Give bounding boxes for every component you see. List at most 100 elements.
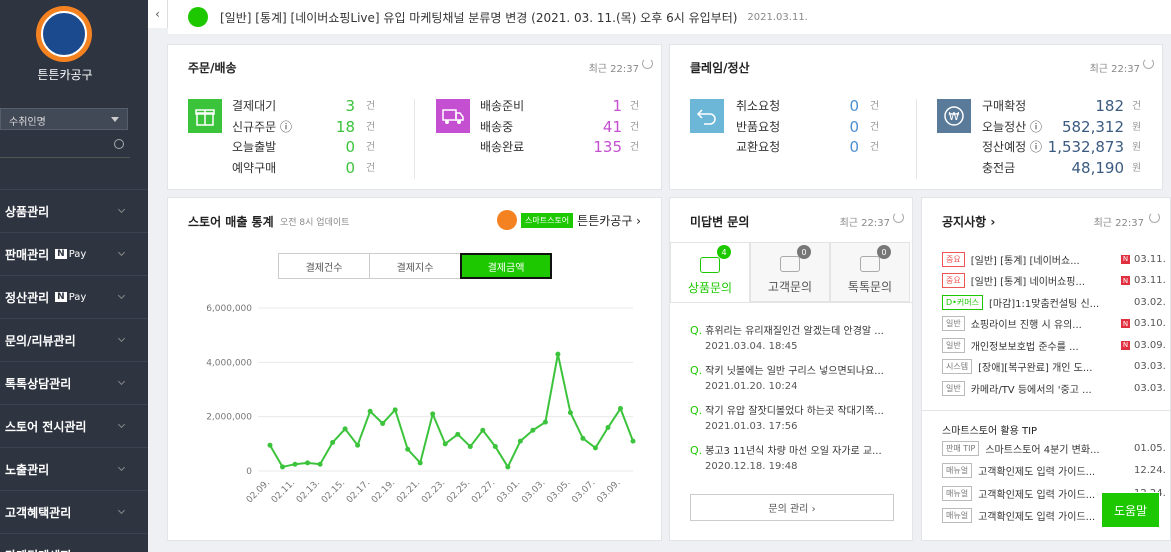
sidebar-collapse-button[interactable]: ‹ [148,0,168,28]
data-point[interactable] [330,439,336,445]
refresh-icon[interactable] [642,58,653,69]
search-icon[interactable] [114,139,124,149]
data-point[interactable] [442,441,448,447]
notice-item[interactable]: 중요 [일반] [통계] [네이버쇼... N 03.11. [942,250,1166,268]
data-point[interactable] [305,460,311,466]
notices-title[interactable]: 공지사항 › [942,213,995,230]
sales-tab[interactable]: 결제건수 [278,253,370,279]
data-point[interactable] [605,425,611,431]
stat-value[interactable]: 1 [612,97,622,115]
data-point[interactable] [542,419,548,425]
stat-row[interactable]: 오늘정산 ⓘ 582,312 원 [982,118,1152,138]
sales-tab[interactable]: 결제금액 [460,253,552,279]
data-point[interactable] [455,431,461,437]
stat-row[interactable]: 정산예정 ⓘ 1,532,873 원 [982,138,1152,158]
stat-row[interactable]: 오늘출발 0 건 [232,138,386,158]
sidebar-item[interactable]: 노출관리 [0,447,148,490]
store-link[interactable]: 스마트스토어 튼튼카공구 › [497,210,641,230]
data-point[interactable] [480,427,486,433]
stat-value[interactable]: 3 [345,97,355,115]
qna-tab[interactable]: 0 고객문의 [750,242,830,302]
sidebar-item[interactable]: 문의/리뷰관리 [0,318,148,361]
stat-value[interactable]: 41 [603,118,622,136]
notice-item[interactable]: 시스템 [장애][복구완료] 개인 도... 03.03. [942,358,1166,376]
data-point[interactable] [555,351,561,357]
data-point[interactable] [467,444,473,450]
data-point[interactable] [630,438,636,444]
stat-value[interactable]: 18 [336,118,355,136]
notice-bar[interactable]: [일반] [통계] [네이버쇼핑Live] 유입 마케팅채널 분류명 변경 (2… [168,0,1171,34]
data-point[interactable] [617,406,623,412]
data-point[interactable] [580,435,586,441]
qna-item[interactable]: Q. 작기 유압 잘잣디볼었다 하는곳 작대기쪽... 2021.01.03. 17… [690,402,895,432]
data-point[interactable] [280,464,286,470]
stat-value[interactable]: 182 [1095,97,1124,115]
stat-row[interactable]: 배송완료 135 건 [480,138,650,158]
data-point[interactable] [505,464,511,470]
sidebar-item[interactable]: 판매관리 N Pay [0,232,148,275]
sidebar-item[interactable]: 상품관리 [0,189,148,232]
data-point[interactable] [342,426,348,432]
data-point[interactable] [592,445,598,451]
sidebar-search-input[interactable] [0,134,130,158]
stat-value[interactable]: 135 [593,138,622,156]
refresh-icon[interactable] [893,212,904,223]
data-point[interactable] [367,408,373,414]
qna-manage-button[interactable]: 문의 관리 › [690,494,894,521]
data-point[interactable] [355,442,361,448]
data-point[interactable] [405,446,411,452]
qna-tab[interactable]: 0 톡톡문의 [830,242,910,302]
data-point[interactable] [430,411,436,417]
data-point[interactable] [530,427,536,433]
refresh-icon[interactable] [1149,212,1160,223]
search-type-select[interactable]: 수취인명 [0,108,128,130]
stat-row[interactable]: 예약구매 0 건 [232,159,386,179]
data-point[interactable] [267,442,273,448]
stat-row[interactable]: 배송중 41 건 [480,118,650,138]
help-button[interactable]: 도움말 [1101,492,1160,528]
data-point[interactable] [380,420,386,426]
stat-row[interactable]: 구매확정 182 건 [982,97,1152,117]
notice-item[interactable]: 중요 [일반] [통계] 네이버쇼핑... N 03.11. [942,272,1166,290]
qna-item[interactable]: Q. 봉고3 11년식 차량 마선 오일 자가로 교... 2020.12.18. … [690,442,895,472]
stat-row[interactable]: 충전금 48,190 원 [982,159,1152,179]
stat-row[interactable]: 신규주문 ⓘ 18 건 [232,118,386,138]
sidebar-item[interactable]: 정산관리 N Pay [0,275,148,318]
stat-row[interactable]: 교환요청 0 건 [736,138,890,158]
stat-value[interactable]: 0 [345,138,355,156]
qna-item[interactable]: Q. 작키 닛볼에는 일반 구리스 넣으면되나요... 2021.01.20. 10… [690,362,895,392]
data-point[interactable] [317,461,323,467]
sidebar-item[interactable]: 고객혜택관리 [0,490,148,533]
data-point[interactable] [567,410,573,416]
sales-tab[interactable]: 결제지수 [369,253,461,279]
stat-value[interactable]: 1,532,873 [1048,138,1124,156]
sidebar-item[interactable]: 톡톡상담관리 [0,361,148,404]
stat-value[interactable]: 0 [345,159,355,177]
stat-value[interactable]: 0 [849,118,859,136]
qna-tab[interactable]: 4 상품문의 [670,242,750,302]
sidebar-item[interactable]: 스토어 전시관리 [0,404,148,447]
notice-item[interactable]: 일반 카메라/TV 등에서의 '중고 ... 03.03. [942,379,1166,397]
stat-value[interactable]: 582,312 [1062,118,1124,136]
notice-item[interactable]: 일반 쇼핑라이브 진행 시 유의... N 03.10. [942,315,1166,333]
stat-value[interactable]: 48,190 [1072,159,1125,177]
data-point[interactable] [392,407,398,413]
sidebar-item[interactable]: 마케팅메세지 [0,533,148,552]
store-name[interactable]: 튼튼카공구 [0,66,130,83]
stat-value[interactable]: 0 [849,138,859,156]
data-point[interactable] [517,438,523,444]
notice-item[interactable]: D•커머스 [마감]1:1맞춤컨설팅 신... 03.02. [942,293,1166,311]
stat-row[interactable]: 배송준비 1 건 [480,97,650,117]
data-point[interactable] [292,461,298,467]
tip-item[interactable]: 매뉴얼 고객확인제도 입력 가이드... 12.24. [942,462,1166,480]
data-point[interactable] [417,460,423,466]
stat-value[interactable]: 0 [849,97,859,115]
stat-row[interactable]: 취소요청 0 건 [736,97,890,117]
data-point[interactable] [492,444,498,450]
stat-row[interactable]: 반품요청 0 건 [736,118,890,138]
store-logo[interactable] [36,6,92,62]
notice-text[interactable]: [일반] [통계] [네이버쇼핑Live] 유입 마케팅채널 분류명 변경 (2… [220,9,737,26]
notice-item[interactable]: 일반 개인정보보호법 준수를 ... N 03.09. [942,336,1166,354]
tip-item[interactable]: 판매 TIP 스마트스토어 4분기 변화... 01.05. [942,439,1166,457]
qna-item[interactable]: Q. 휴위리는 유리재질인건 알겠는데 안경알 ... 2021.03.04. 18… [690,322,895,352]
